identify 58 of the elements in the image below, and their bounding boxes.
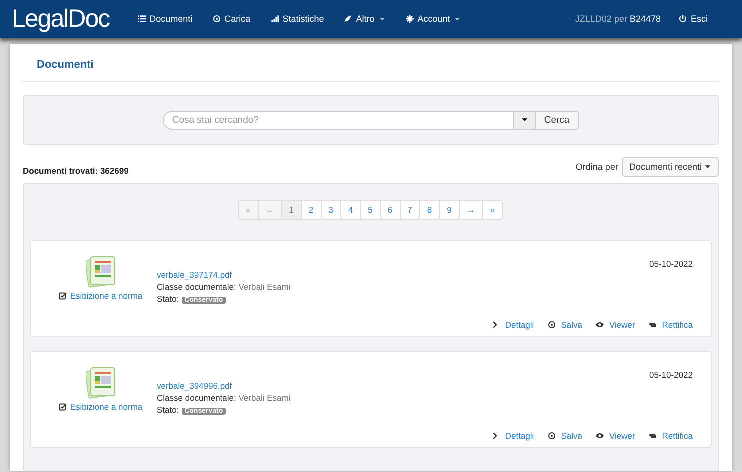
- checkbox-icon: [59, 292, 68, 300]
- state-label: Stato:: [157, 405, 180, 415]
- page-link[interactable]: 8: [419, 200, 440, 220]
- action-link[interactable]: Dettagli: [492, 320, 534, 330]
- document-date: 05-10-2022: [650, 258, 693, 271]
- page-link[interactable]: 9: [439, 200, 460, 220]
- file-link[interactable]: verbale_397174.pdf: [157, 270, 232, 280]
- action-link[interactable]: Rettifica: [649, 320, 693, 330]
- brand-logo[interactable]: LegalDoc: [12, 4, 110, 34]
- action-link[interactable]: Dettagli: [492, 431, 534, 441]
- sort-label: Ordina per: [576, 162, 618, 172]
- document-icon: [86, 367, 116, 399]
- sort-dropdown[interactable]: Documenti recenti: [622, 157, 719, 177]
- compliance-link[interactable]: Esibizione a norma: [59, 402, 143, 412]
- page-link[interactable]: 3: [320, 200, 342, 220]
- page-link[interactable]: 2: [300, 200, 322, 220]
- page-link[interactable]: »: [482, 200, 504, 220]
- action-link[interactable]: Salva: [548, 431, 582, 441]
- search-field[interactable]: Cosa stai cercando?: [163, 110, 514, 130]
- dropdown-button[interactable]: [514, 110, 536, 130]
- signal-bars-icon: [270, 15, 279, 23]
- action-link[interactable]: Viewer: [596, 320, 636, 330]
- eye-icon: [596, 321, 604, 329]
- user-info: JZLLD02 per B24478: [575, 14, 661, 24]
- class-value: Verbali Esami: [238, 393, 291, 403]
- state-label: Stato:: [157, 294, 180, 304]
- checkbox-icon: [59, 403, 68, 411]
- file-link[interactable]: verbale_394996.pdf: [157, 381, 232, 391]
- document-date: 05-10-2022: [650, 369, 693, 382]
- action-link[interactable]: Rettifica: [649, 431, 693, 441]
- nav-menu-item[interactable]: Documenti: [138, 14, 193, 24]
- page-link[interactable]: →: [458, 200, 484, 220]
- logout-link[interactable]: Esci: [678, 14, 708, 24]
- nav-menu-item[interactable]: Altro: [344, 14, 386, 24]
- action-link[interactable]: Salva: [548, 320, 582, 330]
- page-link[interactable]: 5: [360, 200, 381, 220]
- gear-icon: [406, 15, 414, 23]
- compliance-link[interactable]: Esibizione a norma: [59, 291, 143, 301]
- class-label: Classe documentale:: [157, 393, 236, 403]
- class-label: Classe documentale:: [157, 282, 236, 292]
- page-title: Documenti: [23, 59, 719, 82]
- nav-menu-item[interactable]: Carica: [212, 14, 251, 24]
- list-icon: [138, 15, 146, 23]
- page-link[interactable]: 4: [340, 200, 362, 220]
- page-link[interactable]: 7: [400, 200, 420, 220]
- search-button[interactable]: Cerca: [536, 110, 579, 130]
- action-link[interactable]: Viewer: [596, 431, 636, 441]
- nav-menu-item[interactable]: Account: [406, 14, 462, 24]
- page-link[interactable]: 1: [281, 200, 302, 220]
- caret-icon: [704, 163, 712, 171]
- eye-icon: [596, 432, 604, 440]
- page-link[interactable]: 6: [380, 200, 401, 220]
- caret-icon: [520, 116, 529, 124]
- class-value: Verbali Esami: [238, 282, 291, 292]
- document-icon: [86, 256, 116, 288]
- leaf-icon: [344, 15, 352, 23]
- nav-menu-item[interactable]: Statistiche: [270, 14, 324, 24]
- results-count: Documenti trovati: 362699: [23, 166, 129, 176]
